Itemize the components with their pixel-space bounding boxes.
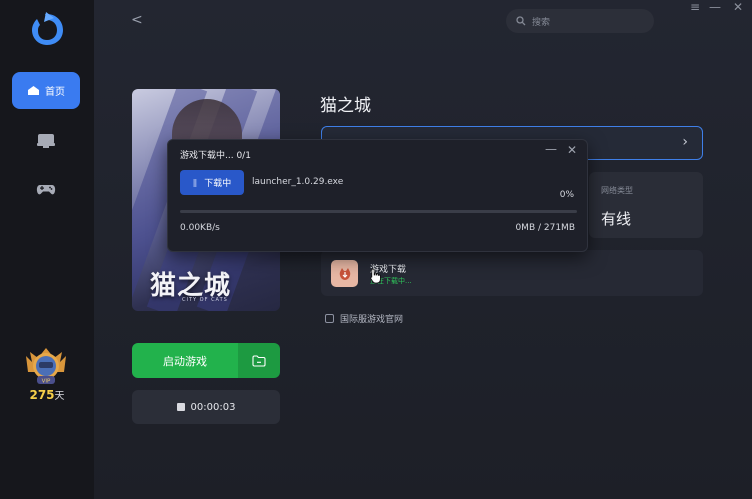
vip-badge-label: VIP (42, 379, 51, 385)
page-title: 猫之城 (320, 96, 371, 116)
stop-timer-button[interactable]: 00:00:03 (132, 390, 280, 424)
download-size: 0MB / 271MB (515, 223, 575, 233)
folder-icon (252, 354, 266, 367)
hand-cursor-icon (370, 268, 381, 284)
pause-icon: || (192, 178, 198, 187)
official-site-link[interactable]: 国际服游戏官网 (325, 312, 403, 325)
monitor-icon[interactable] (36, 133, 56, 149)
back-button[interactable]: < (131, 12, 143, 28)
nav-home-label: 首页 (45, 87, 65, 98)
launch-group: 启动游戏 (132, 343, 280, 378)
sidebar: 首页 VIP 275天 (0, 0, 94, 499)
game-download-icon (331, 260, 358, 287)
external-link-icon (325, 314, 334, 323)
cover-subtitle: CITY OF CATS (182, 297, 228, 303)
download-status-label: 下载中 (204, 179, 232, 189)
popup-minimize-button[interactable]: — (545, 142, 557, 156)
network-type-card[interactable]: 网络类型 有线 (589, 172, 703, 238)
menu-button[interactable]: ≡ (690, 0, 700, 14)
vip-days: 275天 (0, 387, 94, 402)
search-placeholder: 搜索 (532, 17, 551, 28)
search-icon (516, 16, 526, 26)
close-button[interactable]: ✕ (733, 0, 743, 14)
official-site-label: 国际服游戏官网 (340, 315, 404, 325)
download-percent: 0% (559, 190, 574, 200)
vip-days-unit: 天 (54, 391, 65, 402)
stop-icon (176, 403, 185, 411)
popup-title: 游戏下载中... 0/1 (180, 151, 251, 161)
download-progress-bar (180, 210, 577, 213)
search-input[interactable]: 搜索 (506, 9, 654, 33)
launch-game-button[interactable]: 启动游戏 (132, 343, 238, 378)
download-filename: launcher_1.0.29.exe (252, 177, 344, 187)
open-folder-button[interactable] (238, 343, 280, 378)
gamepad-icon[interactable] (36, 182, 56, 198)
vip-badge-icon[interactable]: VIP (22, 346, 70, 388)
network-type-value: 有线 (601, 210, 632, 228)
app-logo-icon[interactable] (28, 10, 66, 48)
minimize-button[interactable]: — (709, 0, 721, 14)
elapsed-time: 00:00:03 (190, 401, 236, 413)
network-type-label: 网络类型 (601, 186, 633, 195)
pause-download-button[interactable]: || 下载中 (180, 170, 244, 195)
download-speed: 0.00KB/s (180, 223, 220, 233)
home-icon (28, 86, 39, 95)
vip-days-value: 275 (29, 388, 55, 402)
nav-home[interactable]: 首页 (12, 72, 80, 109)
popup-close-button[interactable]: ✕ (567, 143, 577, 157)
chevron-right-icon: › (682, 134, 688, 150)
download-popup: 游戏下载中... 0/1 — ✕ || 下载中 launcher_1.0.29.… (167, 139, 588, 252)
